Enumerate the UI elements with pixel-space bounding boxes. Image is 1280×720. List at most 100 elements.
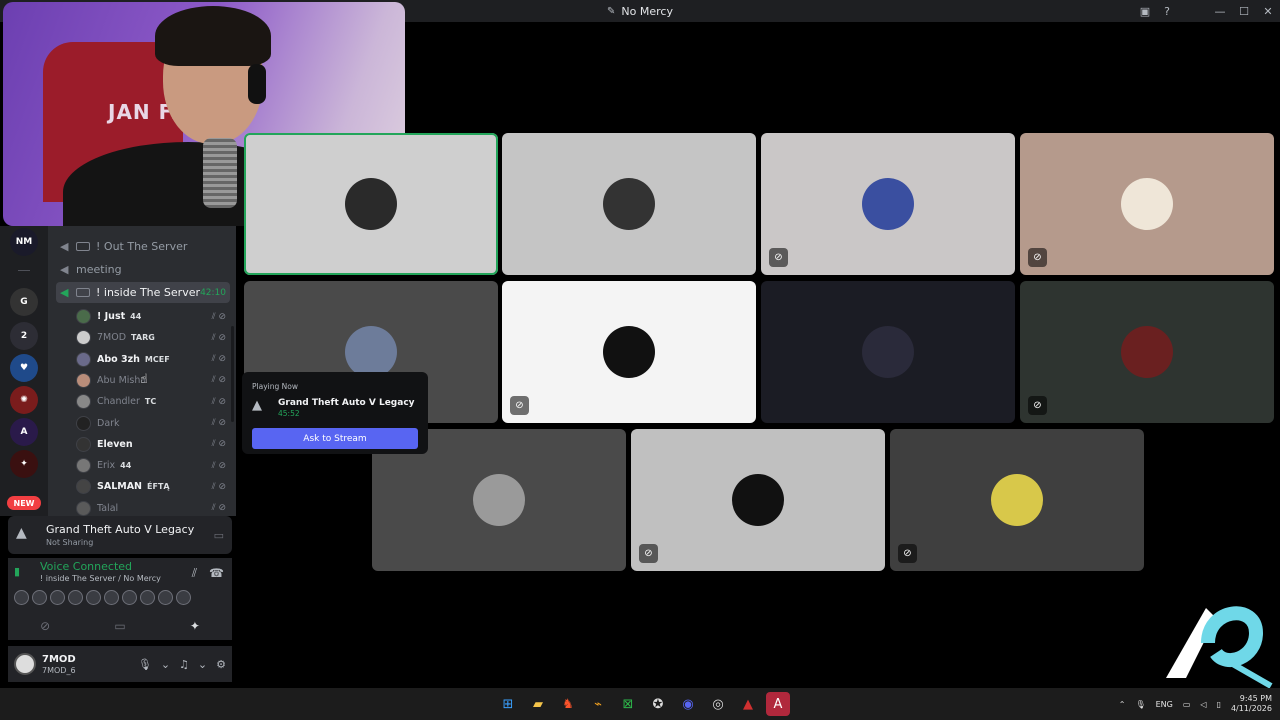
video-tile[interactable]: ⊘ (761, 133, 1015, 275)
member-name: ! Just (97, 311, 126, 322)
avatar[interactable] (50, 590, 65, 605)
avatar (473, 474, 525, 526)
server-awo-icon[interactable]: A (10, 418, 38, 446)
member-row[interactable]: 7MOD TARG ⫽ ⊘ (76, 327, 230, 348)
brave-icon[interactable]: ♞ (556, 692, 580, 716)
avatar[interactable] (158, 590, 173, 605)
screen-share-icon[interactable]: ▭ (114, 619, 125, 633)
activities-icon[interactable]: ✦ (190, 619, 200, 633)
channel-label: ! inside The Server (96, 286, 200, 299)
server-gang-icon[interactable]: G (10, 288, 38, 316)
member-row[interactable]: Abu Misha ⫽ ⊘ (76, 370, 230, 391)
avatar[interactable] (122, 590, 137, 605)
camera-off-icon[interactable]: ⊘ (40, 619, 50, 633)
microphone-icon[interactable]: 🎙 (138, 658, 152, 671)
member-row[interactable]: SALMAN ÉFTĄ ⫽ ⊘ (76, 476, 230, 497)
microphone-icon[interactable]: 🎙 (1135, 700, 1145, 709)
channel-scrollbar[interactable] (231, 326, 234, 422)
steam-icon[interactable]: ◎ (706, 692, 730, 716)
discord-icon[interactable]: ◉ (676, 692, 700, 716)
language-indicator[interactable]: ENG (1156, 700, 1173, 709)
network-icon[interactable]: ▭ (1183, 700, 1191, 709)
server-wheel-icon[interactable]: ✺ (10, 386, 38, 414)
camera-off-icon: ⊘ (510, 396, 529, 415)
user-bar: 7MOD 7MOD_6 🎙 ⌄ ♫ ⌄ ⚙ (8, 646, 232, 682)
member-name: Erix (97, 460, 116, 472)
video-tile[interactable]: ⊘ (890, 429, 1144, 571)
member-row[interactable]: Dark ⫽ ⊘ (76, 413, 230, 434)
activity-game: Grand Theft Auto V Legacy (46, 523, 195, 536)
voice-channel-inside[interactable]: ◀ ! inside The Server 42:10 (56, 282, 230, 303)
member-row[interactable]: Abo 3zh MCEF ⫽ ⊘ (76, 349, 230, 370)
avatar[interactable] (86, 590, 101, 605)
microphone-image (203, 138, 237, 208)
disconnect-icon[interactable]: ☎ (209, 566, 224, 581)
server-heart-icon[interactable]: ♥ (10, 354, 38, 382)
clock[interactable]: 9:45 PM 4/11/2026 (1231, 694, 1272, 715)
adobe-icon[interactable]: A (766, 692, 790, 716)
channel-timer: 42:10 (200, 287, 226, 298)
windows-start-icon[interactable]: ⊞ (496, 692, 520, 716)
signal-icon[interactable]: ▮ (14, 565, 30, 581)
rockstar-icon[interactable]: ✪ (646, 692, 670, 716)
speaker-icon: ◀ (60, 263, 69, 276)
member-row[interactable]: Talal ⫽ ⊘ (76, 498, 230, 516)
video-tile[interactable]: ⊘ (631, 429, 885, 571)
avatar[interactable] (32, 590, 47, 605)
ask-to-stream-button[interactable]: Ask to Stream (252, 428, 418, 449)
minimize-button[interactable]: — (1208, 5, 1232, 18)
volume-icon[interactable]: ◁ (1200, 700, 1206, 709)
channel-label: meeting (76, 263, 122, 276)
video-tile[interactable]: ⊘ (1020, 281, 1274, 423)
avatar[interactable] (14, 590, 29, 605)
maximize-button[interactable]: ☐ (1232, 5, 1256, 18)
battery-icon[interactable]: ▯ (1217, 700, 1221, 709)
channel-list: ◀ ! Out The Server ◀ meeting ◀ ! inside … (48, 226, 236, 516)
muted-deafened-icon: ⫽ ⊘ (211, 396, 226, 407)
avatar (76, 500, 91, 516)
member-name: Chandler (97, 396, 140, 408)
noise-suppression-icon[interactable]: ⫽ (192, 566, 197, 581)
member-row[interactable]: Chandler TC ⫽ ⊘ (76, 391, 230, 412)
user-display-name[interactable]: 7MOD (42, 654, 76, 665)
avatar[interactable] (104, 590, 119, 605)
chevron-up-icon[interactable]: ⌃ (1119, 700, 1126, 709)
voice-channel-out[interactable]: ◀ ! Out The Server (56, 236, 230, 257)
server-no-mercy-icon[interactable]: NM (10, 228, 38, 256)
chevron-down-icon[interactable]: ⌄ (161, 658, 170, 671)
voice-location[interactable]: ! inside The Server / No Mercy (40, 574, 161, 583)
file-explorer-icon[interactable]: ▰ (526, 692, 550, 716)
muted-deafened-icon: ⫽ ⊘ (211, 481, 226, 492)
avatar[interactable] (176, 590, 191, 605)
share-screen-icon[interactable]: ▭ (214, 529, 224, 542)
help-icon[interactable]: ? (1156, 5, 1178, 18)
voice-panel: ▮ Voice Connected ! inside The Server / … (8, 558, 232, 612)
app-icon[interactable]: ⌁ (586, 692, 610, 716)
headphones-image (248, 64, 266, 104)
avatar[interactable] (140, 590, 155, 605)
voice-status[interactable]: Voice Connected (40, 560, 132, 573)
video-tile[interactable]: ⊘ (1020, 133, 1274, 275)
headphones-icon[interactable]: ♫ (179, 658, 189, 671)
member-row[interactable]: ! Just 44 ⫽ ⊘ (76, 306, 230, 327)
inbox-icon[interactable]: ▣ (1134, 5, 1156, 18)
video-tile[interactable] (761, 281, 1015, 423)
anydesk-icon[interactable]: ▲ (736, 692, 760, 716)
avatar[interactable] (68, 590, 83, 605)
chevron-down-icon[interactable]: ⌄ (198, 658, 207, 671)
new-badge[interactable]: NEW (7, 496, 41, 510)
muted-deafened-icon: ⫽ ⊘ (211, 332, 226, 343)
video-tile[interactable] (502, 133, 756, 275)
system-tray: ⌃ 🎙 ENG ▭ ◁ ▯ 9:45 PM 4/11/2026 (1119, 688, 1272, 720)
gear-icon[interactable]: ⚙ (216, 658, 226, 671)
video-tile[interactable]: ⊘ (502, 281, 756, 423)
server-red-icon[interactable]: ✦ (10, 450, 38, 478)
close-button[interactable]: ✕ (1256, 5, 1280, 18)
server-2-icon[interactable]: 2 (10, 322, 38, 350)
avatar[interactable] (14, 653, 36, 675)
member-row[interactable]: Eleven ⫽ ⊘ (76, 434, 230, 455)
voice-channel-meeting[interactable]: ◀ meeting (56, 259, 230, 280)
video-tile[interactable] (244, 133, 498, 275)
xbox-icon[interactable]: ⊠ (616, 692, 640, 716)
member-row[interactable]: Erix 44 ⫽ ⊘ (76, 455, 230, 476)
